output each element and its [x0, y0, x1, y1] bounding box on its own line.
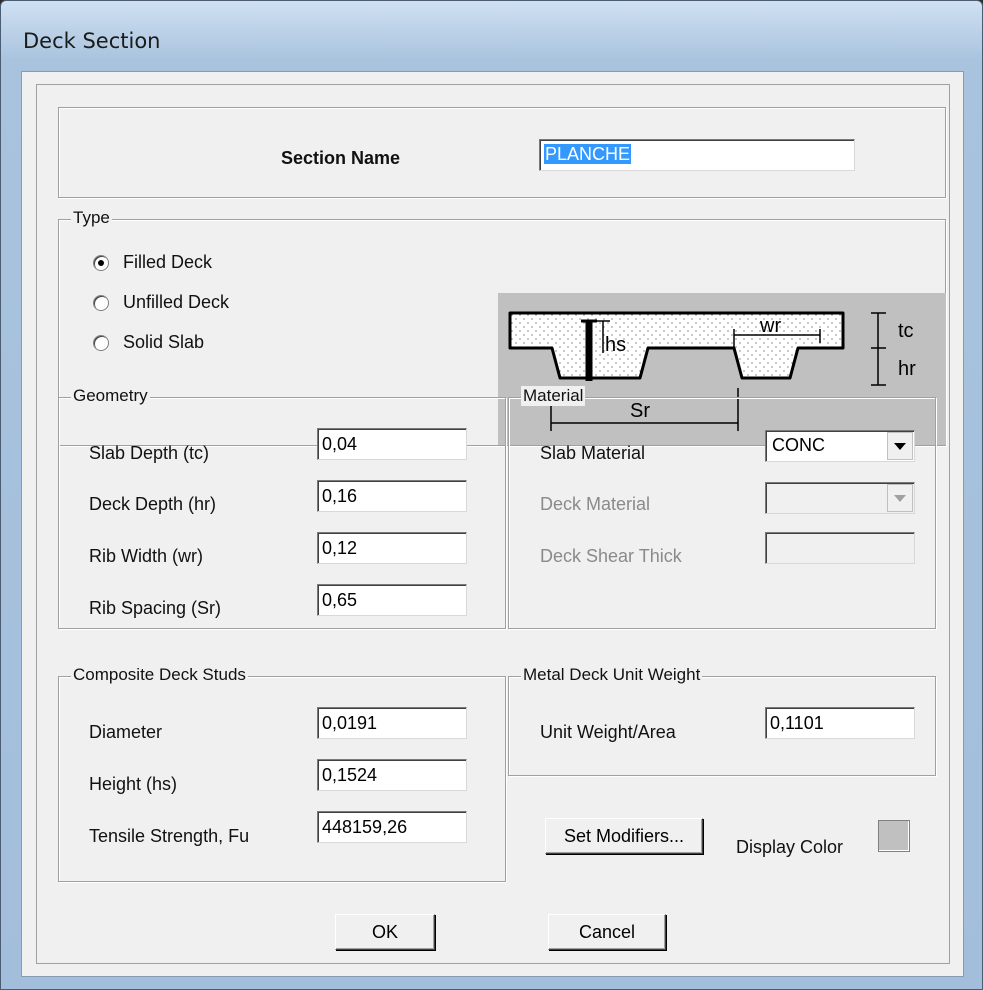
slab-depth-input[interactable]	[317, 428, 467, 460]
slab-material-select[interactable]: CONC	[765, 430, 915, 462]
type-legend: Type	[71, 208, 112, 228]
deck-concrete-profile	[508, 311, 845, 380]
wr-label: wr	[759, 315, 781, 337]
display-color-label: Display Color	[736, 837, 844, 857]
slab-material-label: Slab Material	[540, 443, 646, 463]
deck-depth-label: Deck Depth (hr)	[89, 494, 217, 514]
metal-deck-unit-weight-group: Metal Deck Unit Weight Unit Weight/Area	[508, 665, 936, 776]
slab-depth-label: Slab Depth (tc)	[89, 443, 210, 463]
tensile-strength-input[interactable]	[317, 811, 467, 843]
height-input[interactable]	[317, 759, 467, 791]
rib-spacing-input[interactable]	[317, 584, 467, 616]
cancel-button[interactable]: Cancel	[548, 914, 666, 950]
material-group: Material Slab Material CONC Deck Materia…	[508, 386, 936, 629]
ok-button[interactable]: OK	[335, 914, 435, 950]
radio-unfilled-deck-label[interactable]: Unfilled Deck	[123, 292, 229, 313]
section-name-input[interactable]: PLANCHE	[539, 139, 855, 171]
tc-label: tc	[898, 320, 914, 342]
section-name-value: PLANCHE	[544, 144, 632, 164]
radio-solid-slab-button[interactable]	[93, 335, 109, 351]
rib-spacing-label: Rib Spacing (Sr)	[89, 598, 222, 618]
material-legend: Material	[521, 386, 586, 406]
radio-filled-deck-label[interactable]: Filled Deck	[123, 252, 212, 273]
composite-deck-studs-group: Composite Deck Studs Diameter Height (hs…	[58, 665, 506, 882]
deck-material-label: Deck Material	[540, 494, 651, 514]
deck-depth-input[interactable]	[317, 480, 467, 512]
radio-solid-slab-label[interactable]: Solid Slab	[123, 332, 204, 353]
slab-material-value: CONC	[772, 435, 825, 455]
hs-label: hs	[605, 334, 626, 356]
composite-deck-studs-legend: Composite Deck Studs	[71, 665, 248, 685]
title-bar[interactable]: Deck Section	[1, 1, 982, 71]
diameter-input[interactable]	[317, 707, 467, 739]
set-modifiers-button[interactable]: Set Modifiers...	[545, 818, 703, 854]
geometry-legend: Geometry	[71, 386, 150, 406]
deck-material-select[interactable]	[765, 482, 915, 514]
unit-weight-area-label: Unit Weight/Area	[540, 722, 676, 742]
geometry-group: Geometry Slab Depth (tc) Deck Depth (hr)…	[58, 386, 506, 629]
slab-material-dropdown-button[interactable]	[887, 432, 913, 460]
chevron-down-icon	[894, 442, 906, 450]
deck-shear-thick-input[interactable]	[765, 532, 915, 564]
deck-section-dialog: Deck Section Section Name PLANCHE Type F…	[0, 0, 983, 990]
metal-deck-unit-weight-legend: Metal Deck Unit Weight	[521, 665, 703, 685]
tensile-strength-label: Tensile Strength, Fu	[89, 826, 250, 846]
deck-shear-thick-label: Deck Shear Thick	[540, 546, 682, 566]
rib-width-input[interactable]	[317, 532, 467, 564]
window-title: Deck Section	[23, 29, 161, 53]
section-name-label: Section Name	[281, 148, 401, 168]
deck-material-dropdown-button[interactable]	[887, 484, 913, 512]
chevron-down-icon	[894, 494, 906, 502]
rib-width-label: Rib Width (wr)	[89, 546, 204, 566]
radio-filled-deck-button[interactable]	[93, 255, 109, 271]
display-color-swatch[interactable]	[878, 820, 910, 852]
dialog-client-area: Section Name PLANCHE Type Filled Deck Un…	[21, 71, 964, 977]
radio-unfilled-deck-button[interactable]	[93, 295, 109, 311]
section-name-group: Section Name PLANCHE	[58, 107, 946, 198]
height-label: Height (hs)	[89, 774, 178, 794]
hr-label: hr	[898, 358, 916, 380]
unit-weight-area-input[interactable]	[765, 707, 915, 739]
diameter-label: Diameter	[89, 722, 163, 742]
